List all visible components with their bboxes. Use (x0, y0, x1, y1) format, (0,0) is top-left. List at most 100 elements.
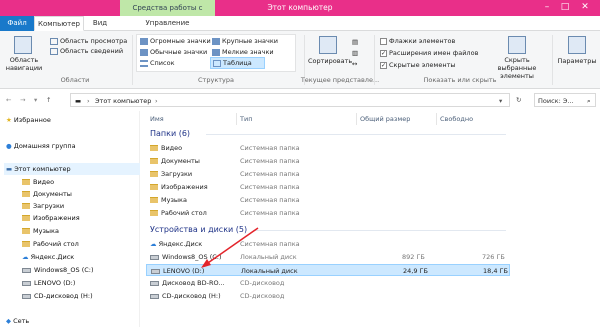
search-icon[interactable]: ⌕ (587, 97, 591, 105)
tab-view[interactable]: Вид (84, 16, 116, 31)
column-header-free[interactable]: Свободно (440, 113, 473, 125)
folder-icon (150, 184, 158, 190)
table-row[interactable]: Видео Системная папка (146, 142, 510, 154)
tab-file[interactable]: Файл (0, 16, 34, 31)
list-label: Список (150, 59, 175, 67)
column-separator[interactable] (236, 113, 237, 125)
maximize-icon[interactable]: □ (558, 1, 572, 13)
layout-table[interactable]: Таблица (210, 57, 265, 69)
item-checkboxes-toggle[interactable]: Флажки элементов (380, 37, 455, 45)
nav-item-label: Загрузки (33, 202, 65, 210)
folder-icon (150, 145, 158, 151)
row-total: 892 ГБ (402, 253, 425, 261)
layout-normal-icons[interactable]: Обычные значки (140, 48, 207, 56)
nav-network[interactable]: ◆ Сеть (6, 315, 29, 327)
nav-thispc[interactable]: ▬ Этот компьютер (6, 163, 71, 175)
table-row[interactable]: Дисковод BD-RO... CD-дисковод (146, 277, 510, 289)
row-type: Системная папка (240, 183, 300, 191)
layout-small-icons[interactable]: Мелкие значки (212, 48, 274, 56)
size-columns-icon[interactable]: ↔ (352, 60, 357, 68)
row-name: Изображения (161, 183, 208, 191)
table-row[interactable]: CD-дисковод (H:) CD-дисковод (146, 290, 510, 302)
nav-homegroup[interactable]: ● Домашняя группа (6, 140, 76, 152)
computer-icon: ▬ (75, 97, 82, 105)
table-row[interactable]: Рабочий стол Системная папка (146, 207, 510, 219)
sort-icon (319, 36, 337, 54)
tab-manage[interactable]: Управление (120, 16, 215, 31)
add-columns-icon[interactable]: ▥ (352, 49, 358, 57)
search-input[interactable]: Поиск: Э... ⌕ (534, 93, 596, 107)
large-icons-label: Крупные значки (222, 37, 278, 45)
row-free: 18,4 ГБ (483, 267, 508, 275)
address-bar[interactable]: ▬ › Этот компьютер › ▾ (70, 93, 510, 107)
drive-icon (150, 254, 159, 260)
group-label-show-hide: Показать или скрыть (423, 76, 497, 84)
column-header-type[interactable]: Тип (240, 113, 252, 125)
nav-homegroup-label: Домашняя группа (13, 142, 76, 150)
row-name: Музыка (161, 196, 187, 204)
row-total: 24,9 ГБ (403, 267, 428, 275)
sort-label: Сортировать (308, 57, 353, 65)
nav-item-desktop[interactable]: Рабочий стол (22, 238, 79, 250)
nav-item-drive-c[interactable]: Windows8_OS (C:) (22, 264, 94, 276)
drive-icon (22, 267, 31, 273)
layout-huge-icons[interactable]: Огромные значки (140, 37, 211, 45)
up-icon[interactable]: ↑ (46, 96, 51, 104)
row-free: 726 ГБ (482, 253, 505, 261)
nav-item-pictures[interactable]: Изображения (22, 212, 80, 224)
nav-pane-icon (14, 36, 32, 54)
preview-pane-button[interactable]: Область просмотра (50, 37, 127, 45)
nav-item-label: Рабочий стол (33, 240, 79, 248)
folder-icon (150, 197, 158, 203)
nav-thispc-label: Этот компьютер (14, 165, 71, 173)
refresh-icon[interactable]: ↻ (516, 96, 521, 104)
breadcrumb-chevron-icon[interactable]: › (155, 97, 158, 105)
row-type: CD-дисковод (240, 279, 285, 287)
details-pane-button[interactable]: Область сведений (50, 47, 123, 55)
folder-icon (22, 179, 30, 185)
folder-icon (150, 171, 158, 177)
table-row[interactable]: Документы Системная папка (146, 155, 510, 167)
back-icon[interactable]: ← (6, 96, 11, 104)
hidden-items-toggle[interactable]: ✓ Скрытые элементы (380, 61, 456, 69)
forward-icon[interactable]: → (20, 96, 25, 104)
nav-item-video[interactable]: Видео (22, 176, 54, 188)
breadcrumb[interactable]: Этот компьютер (95, 97, 151, 105)
nav-item-yandex-disk[interactable]: ☁ Яндекс.Диск (22, 251, 74, 263)
column-separator[interactable] (356, 113, 357, 125)
computer-icon: ▬ (6, 165, 13, 173)
column-separator[interactable] (436, 113, 437, 125)
minimize-icon[interactable]: – (540, 1, 554, 13)
section-header-folders[interactable]: Папки (6) (150, 128, 190, 140)
file-extensions-checkbox: ✓ (380, 49, 387, 57)
file-extensions-toggle[interactable]: ✓ Расширения имен файлов (380, 49, 478, 57)
nav-item-drive-h[interactable]: CD-дисковод (H:) (22, 290, 93, 302)
nav-item-downloads[interactable]: Загрузки (22, 200, 64, 212)
tab-computer[interactable]: Компьютер (34, 16, 84, 31)
close-icon[interactable]: ✕ (578, 1, 592, 13)
row-name: CD-дисковод (H:) (162, 292, 221, 300)
group-by-icon[interactable]: ▤ (352, 38, 358, 46)
table-row[interactable]: Музыка Системная папка (146, 194, 510, 206)
column-header-total[interactable]: Общий размер (360, 113, 410, 125)
layout-list[interactable]: Список (140, 59, 175, 67)
normal-icons-label: Обычные значки (150, 48, 208, 56)
address-dropdown-icon[interactable]: ▾ (499, 97, 502, 105)
table-row[interactable]: Изображения Системная папка (146, 181, 510, 193)
nav-item-drive-d[interactable]: LENOVO (D:) (22, 277, 75, 289)
annotation-arrow (201, 227, 259, 268)
normal-icons-icon (140, 48, 148, 56)
layout-large-icons[interactable]: Крупные значки (212, 37, 278, 45)
nav-item-documents[interactable]: Документы (22, 188, 72, 200)
column-header-name[interactable]: Имя (150, 113, 164, 125)
history-chevron-icon[interactable]: ▾ (34, 96, 37, 104)
nav-favorites[interactable]: ★ Избранное (6, 114, 51, 126)
folder-icon (22, 228, 30, 234)
preview-pane-icon (50, 37, 58, 45)
row-type: Системная папка (240, 209, 300, 217)
nav-item-music[interactable]: Музыка (22, 225, 59, 237)
table-row[interactable]: Загрузки Системная папка (146, 168, 510, 180)
nav-favorites-label: Избранное (13, 116, 51, 124)
hidden-items-checkbox: ✓ (380, 61, 387, 69)
item-checkboxes-label: Флажки элементов (389, 37, 456, 45)
